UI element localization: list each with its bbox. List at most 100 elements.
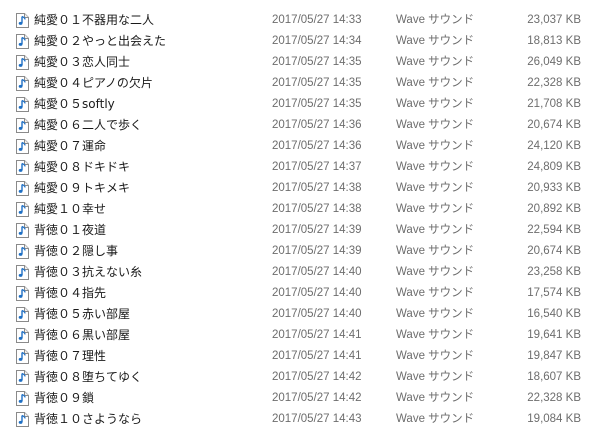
file-date-modified: 2017/05/27 14:36 <box>272 140 362 152</box>
file-size: 26,049 KB <box>527 56 581 68</box>
file-date-modified: 2017/05/27 14:39 <box>272 224 362 236</box>
file-size: 19,641 KB <box>527 329 581 341</box>
file-row[interactable]: 純愛０５softly 2017/05/27 14:35 Wave サウンド 21… <box>0 94 610 115</box>
audio-file-icon <box>16 286 29 301</box>
file-size: 17,574 KB <box>527 287 581 299</box>
file-date-modified: 2017/05/27 14:35 <box>272 77 362 89</box>
file-type: Wave サウンド <box>396 245 475 257</box>
file-size: 18,813 KB <box>527 35 581 47</box>
file-type: Wave サウンド <box>396 287 475 299</box>
audio-file-icon <box>16 202 29 217</box>
audio-file-icon <box>16 97 29 112</box>
file-name: 純愛０８ドキドキ <box>34 160 131 174</box>
file-name: 純愛０６二人で歩く <box>34 118 143 132</box>
file-size: 23,258 KB <box>527 266 581 278</box>
file-type: Wave サウンド <box>396 161 475 173</box>
audio-file-icon <box>16 349 29 364</box>
audio-file-icon <box>16 412 29 427</box>
file-type: Wave サウンド <box>396 203 475 215</box>
file-type: Wave サウンド <box>396 98 475 110</box>
file-row[interactable]: 背徳０７理性 2017/05/27 14:41 Wave サウンド 19,847… <box>0 346 610 367</box>
file-row[interactable]: 純愛０８ドキドキ 2017/05/27 14:37 Wave サウンド 24,8… <box>0 157 610 178</box>
file-size: 19,084 KB <box>527 413 581 425</box>
file-row[interactable]: 純愛０９トキメキ 2017/05/27 14:38 Wave サウンド 20,9… <box>0 178 610 199</box>
file-name: 背徳０４指先 <box>34 286 107 300</box>
audio-file-icon <box>16 223 29 238</box>
file-type: Wave サウンド <box>396 14 475 26</box>
audio-file-icon <box>16 181 29 196</box>
file-name: 背徳０２隠し事 <box>34 244 119 258</box>
file-type: Wave サウンド <box>396 182 475 194</box>
file-row[interactable]: 背徳０１夜道 2017/05/27 14:39 Wave サウンド 22,594… <box>0 220 610 241</box>
file-type: Wave サウンド <box>396 308 475 320</box>
file-name: 純愛０９トキメキ <box>34 181 131 195</box>
file-date-modified: 2017/05/27 14:40 <box>272 287 362 299</box>
file-row[interactable]: 背徳０６黒い部屋 2017/05/27 14:41 Wave サウンド 19,6… <box>0 325 610 346</box>
file-row[interactable]: 純愛１０幸せ 2017/05/27 14:38 Wave サウンド 20,892… <box>0 199 610 220</box>
file-date-modified: 2017/05/27 14:35 <box>272 98 362 110</box>
file-row[interactable]: 背徳０９鎖 2017/05/27 14:42 Wave サウンド 22,328 … <box>0 388 610 409</box>
audio-file-icon <box>16 391 29 406</box>
file-size: 16,540 KB <box>527 308 581 320</box>
file-size: 20,933 KB <box>527 182 581 194</box>
file-type: Wave サウンド <box>396 371 475 383</box>
file-row[interactable]: 背徳０８堕ちてゆく 2017/05/27 14:42 Wave サウンド 18,… <box>0 367 610 388</box>
file-type: Wave サウンド <box>396 140 475 152</box>
file-date-modified: 2017/05/27 14:37 <box>272 161 362 173</box>
file-row[interactable]: 背徳０５赤い部屋 2017/05/27 14:40 Wave サウンド 16,5… <box>0 304 610 325</box>
file-name: 背徳０７理性 <box>34 349 107 363</box>
audio-file-icon <box>16 307 29 322</box>
file-name: 純愛０１不器用な二人 <box>34 13 155 27</box>
file-size: 20,674 KB <box>527 119 581 131</box>
audio-file-icon <box>16 13 29 28</box>
file-type: Wave サウンド <box>396 392 475 404</box>
file-row[interactable]: 純愛０２やっと出会えた 2017/05/27 14:34 Wave サウンド 1… <box>0 31 610 52</box>
audio-file-icon <box>16 118 29 133</box>
file-date-modified: 2017/05/27 14:42 <box>272 371 362 383</box>
file-date-modified: 2017/05/27 14:34 <box>272 35 362 47</box>
file-row[interactable]: 背徳０２隠し事 2017/05/27 14:39 Wave サウンド 20,67… <box>0 241 610 262</box>
file-name: 背徳１０さようなら <box>34 412 143 426</box>
file-date-modified: 2017/05/27 14:40 <box>272 308 362 320</box>
file-row[interactable]: 背徳１０さようなら 2017/05/27 14:43 Wave サウンド 19,… <box>0 409 610 430</box>
file-date-modified: 2017/05/27 14:35 <box>272 56 362 68</box>
file-type: Wave サウンド <box>396 413 475 425</box>
file-row[interactable]: 背徳０３抗えない糸 2017/05/27 14:40 Wave サウンド 23,… <box>0 262 610 283</box>
file-date-modified: 2017/05/27 14:41 <box>272 329 362 341</box>
file-row[interactable]: 純愛０１不器用な二人 2017/05/27 14:33 Wave サウンド 23… <box>0 10 610 31</box>
file-date-modified: 2017/05/27 14:43 <box>272 413 362 425</box>
file-row[interactable]: 純愛０６二人で歩く 2017/05/27 14:36 Wave サウンド 20,… <box>0 115 610 136</box>
file-size: 22,328 KB <box>527 392 581 404</box>
file-date-modified: 2017/05/27 14:38 <box>272 182 362 194</box>
file-date-modified: 2017/05/27 14:42 <box>272 392 362 404</box>
file-type: Wave サウンド <box>396 350 475 362</box>
file-name: 純愛０４ピアノの欠片 <box>34 76 153 90</box>
file-type: Wave サウンド <box>396 266 475 278</box>
audio-file-icon <box>16 244 29 259</box>
file-type: Wave サウンド <box>396 329 475 341</box>
file-date-modified: 2017/05/27 14:40 <box>272 266 362 278</box>
file-name: 純愛０３恋人同士 <box>34 55 131 69</box>
file-name: 背徳０５赤い部屋 <box>34 307 131 321</box>
file-name: 背徳０６黒い部屋 <box>34 328 131 342</box>
file-type: Wave サウンド <box>396 224 475 236</box>
file-type: Wave サウンド <box>396 35 475 47</box>
file-date-modified: 2017/05/27 14:39 <box>272 245 362 257</box>
file-row[interactable]: 純愛０３恋人同士 2017/05/27 14:35 Wave サウンド 26,0… <box>0 52 610 73</box>
audio-file-icon <box>16 370 29 385</box>
file-size: 21,708 KB <box>527 98 581 110</box>
file-name: 背徳０８堕ちてゆく <box>34 370 143 384</box>
file-date-modified: 2017/05/27 14:33 <box>272 14 362 26</box>
file-name: 純愛０７運命 <box>34 139 107 153</box>
file-size: 20,674 KB <box>527 245 581 257</box>
file-row[interactable]: 純愛０７運命 2017/05/27 14:36 Wave サウンド 24,120… <box>0 136 610 157</box>
file-type: Wave サウンド <box>396 56 475 68</box>
file-row[interactable]: 背徳０４指先 2017/05/27 14:40 Wave サウンド 17,574… <box>0 283 610 304</box>
file-row[interactable]: 純愛０４ピアノの欠片 2017/05/27 14:35 Wave サウンド 22… <box>0 73 610 94</box>
file-name: 純愛０５softly <box>34 97 115 111</box>
audio-file-icon <box>16 328 29 343</box>
file-size: 23,037 KB <box>527 14 581 26</box>
file-list: 純愛０１不器用な二人 2017/05/27 14:33 Wave サウンド 23… <box>0 0 610 439</box>
audio-file-icon <box>16 34 29 49</box>
file-name: 純愛０２やっと出会えた <box>34 34 167 48</box>
